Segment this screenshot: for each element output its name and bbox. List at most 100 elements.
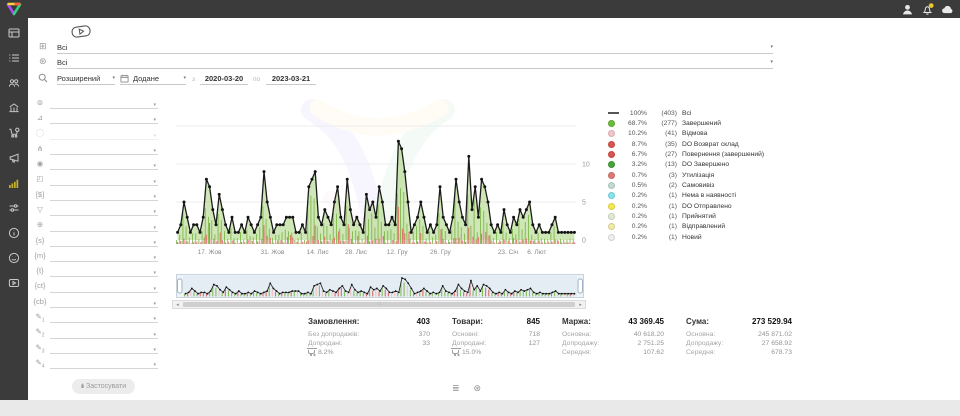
legend-count: (27)	[652, 151, 677, 158]
date-to-input[interactable]: 2023-03-21	[266, 72, 316, 85]
stat-row-value: 8.2%	[318, 349, 334, 356]
legend-count: (403)	[652, 110, 677, 117]
filter-select[interactable]: ▾	[50, 159, 158, 170]
scroll-left-arrow[interactable]: ◂	[173, 301, 182, 308]
filter-select[interactable]: ▾	[50, 144, 158, 155]
legend-label: Самовивіз	[682, 182, 714, 189]
legend-count: (2)	[652, 182, 677, 189]
legend-count: (1)	[652, 192, 677, 199]
filter-icon: {s}	[30, 236, 50, 248]
notifications-bell-icon[interactable]	[921, 3, 934, 16]
apply-button[interactable]: ılı Застосувати	[72, 379, 135, 394]
stat-row-value: 678.73	[771, 349, 792, 356]
filter-select[interactable]: ▾	[50, 358, 158, 369]
stat-row-value: 370	[419, 331, 430, 338]
sidebar-item-settings-sliders[interactable]	[0, 195, 28, 220]
filter-select[interactable]: ▾	[50, 328, 158, 339]
svg-text:28. Лис: 28. Лис	[345, 249, 368, 256]
legend-item[interactable]: 0.2% (1) Новий	[608, 232, 790, 242]
sidebar-item-marketing[interactable]	[0, 145, 28, 170]
stat-title: Замовлення:	[308, 317, 359, 328]
legend-percent: 10.2%	[622, 130, 647, 137]
sidebar-item-orders[interactable]	[0, 45, 28, 70]
cube-view-icon[interactable]: ⊛	[474, 383, 482, 394]
sidebar-item-video-tutorials[interactable]	[0, 270, 28, 295]
filter-select[interactable]: ▾	[50, 236, 158, 247]
legend-marker-icon	[608, 112, 619, 114]
filter-icon: {ct}	[30, 281, 50, 293]
website-filter: ⊕ ▾	[30, 218, 158, 233]
stat-row: Допродажу: 27 658.92	[686, 339, 792, 348]
legend-item[interactable]: 0.7% (3) Утилізація	[608, 170, 790, 180]
legend-item[interactable]: 10.2% (41) Відмова	[608, 129, 790, 139]
legend-item[interactable]: 6.7% (27) Повернення (завершений)	[608, 149, 790, 159]
filter-select[interactable]: ▾	[50, 221, 158, 232]
main-sidebar	[0, 18, 28, 400]
legend-item[interactable]: 0.2% (1) Відправлений	[608, 222, 790, 232]
legend-item[interactable]: 0.2% (1) Нема в наявності	[608, 191, 790, 201]
legend-item[interactable]: 0.5% (2) Самовивіз	[608, 180, 790, 190]
sidebar-item-support[interactable]	[0, 245, 28, 270]
legend-marker-icon	[608, 151, 615, 158]
sidebar-item-customers[interactable]	[0, 70, 28, 95]
profile-icon[interactable]	[901, 3, 914, 16]
list-view-icon[interactable]: ≣	[452, 383, 460, 394]
filter-select[interactable]: ▾	[50, 343, 158, 354]
stat-row-label: Допродажу:	[562, 340, 599, 347]
stat-row-label: Основна:	[686, 331, 715, 338]
svg-text:5: 5	[582, 200, 586, 207]
product-select[interactable]: Всі ▾	[57, 56, 773, 69]
stat-row-label: Допродані:	[308, 340, 342, 347]
category-select[interactable]: Всі ▾	[57, 41, 773, 54]
legend-percent: 0.2%	[622, 203, 647, 210]
sidebar-item-dashboard[interactable]	[0, 20, 28, 45]
sidebar-item-info[interactable]	[0, 220, 28, 245]
filter-select[interactable]: ▾	[50, 297, 158, 308]
legend-count: (1)	[652, 213, 677, 220]
filter-select[interactable]: ▾	[50, 175, 158, 186]
legend-item[interactable]: 68.7% (277) Завершений	[608, 118, 790, 128]
filter-select[interactable]: ▾	[50, 251, 158, 262]
search-mode-select[interactable]: Розширений ▾	[57, 72, 115, 85]
calendar-icon	[120, 74, 129, 83]
stat-value: 43 369.45	[620, 317, 664, 328]
chart-scrollbar[interactable]: ◂ ∷ ▸	[172, 300, 586, 309]
stat-row-value: 107.62	[643, 349, 664, 356]
var-s-filter: {s} ▾	[30, 234, 158, 249]
legend-item[interactable]: 3.2% (13) DO Завершено	[608, 160, 790, 170]
stat-col-orders: Замовлення: 403 Без допродажів: 370 Допр…	[308, 317, 430, 358]
sidebar-item-store[interactable]	[0, 95, 28, 120]
filter-select[interactable]: ▾	[50, 113, 158, 124]
filter-select[interactable]: ▾	[50, 282, 158, 293]
filter-icon: ▽	[30, 205, 50, 217]
product-select-value: Всі	[57, 58, 67, 67]
sidebar-item-cart[interactable]	[0, 120, 28, 145]
filter-select[interactable]: ▾	[50, 205, 158, 216]
sidebar-item-analytics[interactable]	[0, 170, 28, 195]
chart-minimap[interactable]	[176, 274, 584, 303]
legend-item[interactable]: 0.2% (1) DO Отправлено	[608, 201, 790, 211]
date-from-label: з	[192, 76, 195, 83]
legend-item[interactable]: 8.7% (35) DO Возврат склад	[608, 139, 790, 149]
upsell-cart-icon	[452, 350, 459, 354]
legend-item[interactable]: 100% (403) Всі	[608, 108, 790, 118]
stat-value: 403	[409, 317, 430, 328]
var-m-filter: {m} ▾	[30, 249, 158, 264]
chevron-down-icon: ▾	[153, 209, 158, 215]
scroll-right-arrow[interactable]: ▸	[576, 301, 585, 308]
filter-select[interactable]: ▾	[50, 190, 158, 201]
avatar-icon[interactable]	[941, 3, 954, 16]
scrollbar-thumb[interactable]: ∷	[183, 302, 575, 307]
search-icon[interactable]	[38, 73, 48, 85]
view-toggles: ≣ ⊛	[452, 383, 481, 394]
filter-select[interactable]: ▾	[50, 312, 158, 323]
date-field-select[interactable]: Додане ▾	[120, 72, 186, 85]
filter-icon: ⊕	[30, 220, 50, 232]
filter-select[interactable]: ▾	[50, 98, 158, 109]
app-logo-icon	[5, 2, 23, 21]
filter-select[interactable]: ▾	[50, 129, 158, 140]
legend-item[interactable]: 0.2% (1) Прийнятий	[608, 211, 790, 221]
filter-select[interactable]: ▾	[50, 266, 158, 277]
date-from-input[interactable]: 2020-03-20	[200, 72, 248, 85]
legend-percent: 100%	[622, 110, 647, 117]
